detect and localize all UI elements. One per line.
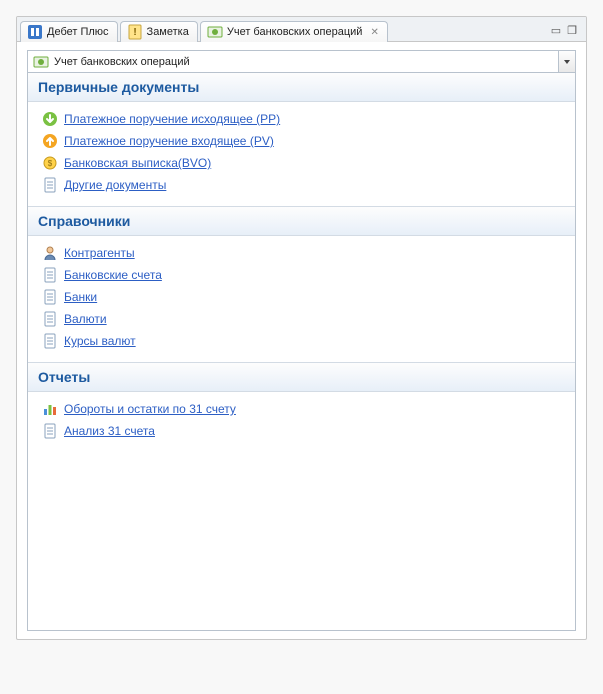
doc-icon	[42, 311, 58, 327]
section-items-catalogs: Контрагенты Банковские счета Банки Валют…	[28, 236, 575, 362]
doc-icon	[42, 177, 58, 193]
svg-text:!: !	[133, 27, 136, 38]
arrow-down-green-icon	[42, 111, 58, 127]
list-item: Банки	[32, 286, 571, 308]
close-icon[interactable]: ✕	[370, 27, 378, 38]
doc-icon	[42, 267, 58, 283]
list-item: Анализ 31 счета	[32, 420, 571, 442]
coin-icon: $	[42, 155, 58, 171]
arrow-up-orange-icon	[42, 133, 58, 149]
link-payment-out[interactable]: Платежное поручение исходящее (PP)	[64, 112, 280, 126]
list-item: Платежное поручение входящее (PV)	[32, 130, 571, 152]
link-counterparties[interactable]: Контрагенты	[64, 246, 135, 260]
link-banks[interactable]: Банки	[64, 290, 97, 304]
module-selector-value: Учет банковских операций	[54, 56, 190, 68]
note-icon: !	[127, 24, 143, 40]
main-window: Дебет Плюс ! Заметка Учет банковских опе…	[16, 16, 587, 640]
doc-icon	[42, 333, 58, 349]
svg-text:$: $	[48, 159, 53, 168]
tab-note[interactable]: ! Заметка	[120, 21, 198, 42]
tab-label: Учет банковских операций	[227, 26, 363, 38]
link-currencies[interactable]: Валюти	[64, 312, 107, 326]
link-exchange-rates[interactable]: Курсы валют	[64, 334, 136, 348]
person-icon	[42, 245, 58, 261]
maximize-button[interactable]: ❐	[567, 24, 577, 37]
tab-debit-plus[interactable]: Дебет Плюс	[20, 21, 118, 42]
link-account-analysis[interactable]: Анализ 31 счета	[64, 424, 155, 438]
module-selector-dropdown-button[interactable]	[558, 50, 576, 73]
module-selector[interactable]: Учет банковских операций	[27, 50, 558, 73]
window-controls: ▭ ❐	[551, 24, 583, 37]
list-item: Курсы валют	[32, 330, 571, 352]
doc-icon	[42, 423, 58, 439]
list-item: Обороты и остатки по 31 счету	[32, 398, 571, 420]
list-item: Банковские счета	[32, 264, 571, 286]
section-header-reports: Отчеты	[28, 362, 575, 392]
list-item: Валюти	[32, 308, 571, 330]
list-item: $ Банковская выписка(BVO)	[32, 152, 571, 174]
section-items-reports: Обороты и остатки по 31 счету Анализ 31 …	[28, 392, 575, 452]
bank-ops-icon	[207, 24, 223, 40]
link-payment-in[interactable]: Платежное поручение входящее (PV)	[64, 134, 274, 148]
link-bank-accounts[interactable]: Банковские счета	[64, 268, 162, 282]
section-header-catalogs: Справочники	[28, 206, 575, 236]
list-item: Платежное поручение исходящее (PP)	[32, 108, 571, 130]
tab-bank-ops[interactable]: Учет банковских операций ✕	[200, 21, 388, 42]
doc-icon	[42, 289, 58, 305]
app-icon	[27, 24, 43, 40]
sections-scroll[interactable]: Первичные документы Платежное поручение …	[27, 73, 576, 631]
chevron-down-icon	[564, 60, 570, 64]
section-items-primary-docs: Платежное поручение исходящее (PP) Плате…	[28, 102, 575, 206]
list-item: Другие документы	[32, 174, 571, 196]
tab-bar: Дебет Плюс ! Заметка Учет банковских опе…	[17, 17, 586, 42]
tab-label: Дебет Плюс	[47, 26, 109, 38]
minimize-button[interactable]: ▭	[551, 24, 561, 37]
section-header-primary-docs: Первичные документы	[28, 73, 575, 102]
content-area: Учет банковских операций Первичные докум…	[17, 42, 586, 639]
list-item: Контрагенты	[32, 242, 571, 264]
link-turnover-report[interactable]: Обороты и остатки по 31 счету	[64, 402, 236, 416]
chart-icon	[42, 401, 58, 417]
tab-label: Заметка	[147, 26, 189, 38]
link-bank-statement[interactable]: Банковская выписка(BVO)	[64, 156, 211, 170]
link-other-docs[interactable]: Другие документы	[64, 178, 166, 192]
bank-ops-icon	[33, 54, 49, 70]
